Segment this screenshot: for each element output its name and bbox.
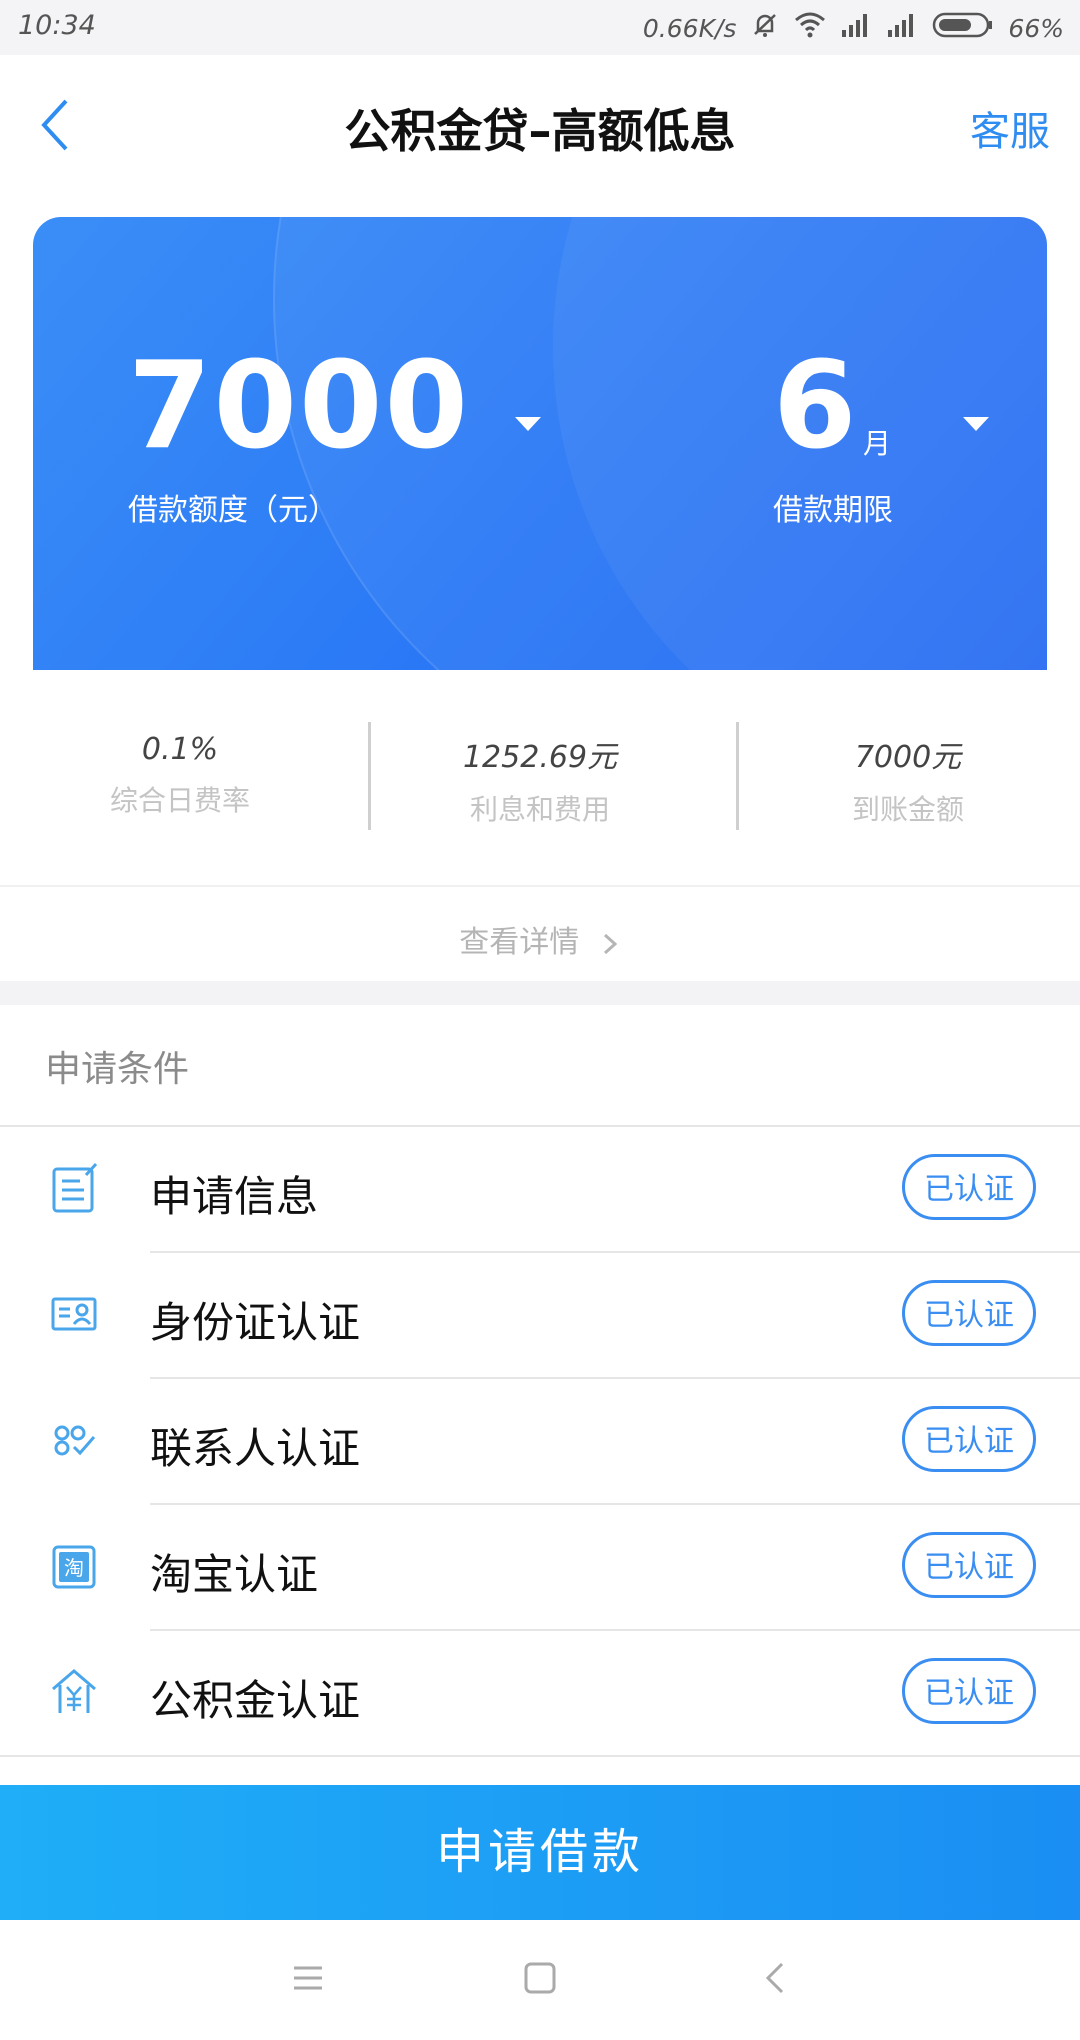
apply-loan-button[interactable]: 申请借款 bbox=[0, 1785, 1080, 1920]
condition-label: 淘宝认证 bbox=[150, 1550, 319, 1599]
verified-badge[interactable]: 已认证 bbox=[902, 1658, 1036, 1724]
verified-badge[interactable]: 已认证 bbox=[902, 1406, 1036, 1472]
housing-fund-icon bbox=[52, 1669, 96, 1713]
divider bbox=[0, 1755, 1080, 1757]
condition-label: 公积金认证 bbox=[150, 1676, 361, 1725]
condition-row-housing-fund[interactable]: 公积金认证 已认证 bbox=[0, 1631, 1080, 1757]
network-speed: 0.66K/s bbox=[642, 13, 737, 43]
form-icon bbox=[52, 1162, 98, 1213]
chevron-right-icon bbox=[603, 933, 618, 954]
loan-term-unit: 月 bbox=[863, 427, 892, 460]
svg-text:淘: 淘 bbox=[64, 1556, 84, 1580]
stat-value: 7000元 bbox=[854, 740, 962, 775]
status-right: 0.66K/s 66% bbox=[643, 10, 1064, 46]
stat-value: 0.1% bbox=[141, 732, 219, 767]
section-gap bbox=[0, 981, 1080, 1005]
view-details-link[interactable]: 查看详情 bbox=[0, 885, 1080, 983]
verified-badge[interactable]: 已认证 bbox=[902, 1532, 1036, 1598]
conditions-title: 申请条件 bbox=[45, 1049, 190, 1090]
verified-badge[interactable]: 已认证 bbox=[902, 1280, 1036, 1346]
stat-label: 综合日费率 bbox=[109, 784, 250, 817]
wifi-icon bbox=[794, 11, 826, 45]
stat-received-amount: 7000元 到账金额 bbox=[728, 732, 1080, 828]
system-nav-bar bbox=[0, 1920, 1080, 2040]
stat-daily-rate: 0.1% 综合日费率 bbox=[0, 732, 360, 819]
battery-icon bbox=[932, 11, 994, 45]
signal-icon bbox=[886, 12, 918, 44]
stat-label: 到账金额 bbox=[851, 793, 964, 826]
taobao-icon: 淘 bbox=[52, 1545, 96, 1589]
customer-service-link[interactable]: 客服 bbox=[970, 99, 1050, 157]
back-nav-icon[interactable] bbox=[758, 1960, 794, 1996]
condition-label: 联系人认证 bbox=[150, 1424, 361, 1473]
loan-amount-label: 借款额度（元） bbox=[128, 493, 338, 528]
term-dropdown-arrow-icon[interactable] bbox=[963, 417, 989, 431]
condition-row-contacts[interactable]: 联系人认证 已认证 bbox=[0, 1379, 1080, 1505]
condition-row-application-info[interactable]: 申请信息 已认证 bbox=[0, 1127, 1080, 1253]
condition-label: 申请信息 bbox=[150, 1172, 319, 1221]
page-title: 公积金贷–高额低息 bbox=[344, 104, 736, 158]
stat-value: 1252.69元 bbox=[462, 740, 618, 775]
mute-icon bbox=[750, 10, 780, 46]
top-header: 公积金贷–高额低息 客服 bbox=[0, 55, 1080, 195]
verified-badge[interactable]: 已认证 bbox=[902, 1154, 1036, 1220]
loan-term-label: 借款期限 bbox=[773, 493, 893, 528]
status-bar: 10:34 0.66K/s 66% bbox=[0, 0, 1080, 55]
view-details-label: 查看详情 bbox=[459, 925, 580, 960]
status-time: 10:34 bbox=[18, 10, 96, 41]
menu-icon[interactable] bbox=[290, 1960, 326, 1996]
amount-dropdown-arrow-icon[interactable] bbox=[515, 417, 541, 431]
loan-stats: 0.1% 综合日费率 1252.69元 利息和费用 7000元 到账金额 bbox=[0, 670, 1080, 885]
stat-interest-fees: 1252.69元 利息和费用 bbox=[360, 732, 720, 828]
id-card-icon bbox=[51, 1297, 97, 1331]
loan-amount-value[interactable]: 7000 bbox=[128, 337, 470, 476]
signal-icon bbox=[840, 12, 872, 44]
stat-label: 利息和费用 bbox=[469, 793, 610, 826]
contacts-icon bbox=[54, 1425, 96, 1456]
loan-card: 7000 借款额度（元） 6 月 借款期限 bbox=[33, 217, 1047, 670]
condition-row-taobao[interactable]: 淘 淘宝认证 已认证 bbox=[0, 1505, 1080, 1631]
condition-row-id-card[interactable]: 身份证认证 已认证 bbox=[0, 1253, 1080, 1379]
loan-term-value[interactable]: 6 bbox=[773, 337, 857, 476]
condition-label: 身份证认证 bbox=[150, 1298, 361, 1347]
battery-percent: 66% bbox=[1008, 13, 1064, 43]
home-icon[interactable] bbox=[522, 1960, 558, 1996]
